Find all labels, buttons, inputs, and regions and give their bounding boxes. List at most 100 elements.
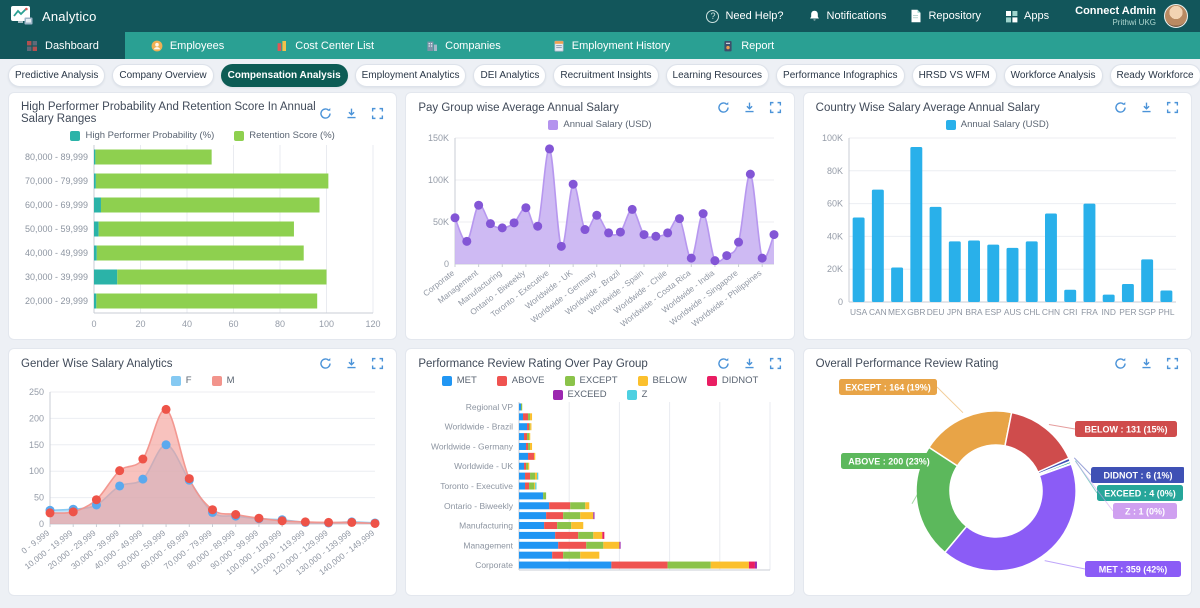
repository-button[interactable]: Repository xyxy=(910,9,981,23)
svg-text:PER: PER xyxy=(1119,307,1136,317)
overall-review-rating-donut: EXCEPT : 164 (19%)BELOW : 131 (15%)DIDNO… xyxy=(804,373,1191,595)
svg-text:Worldwide - UK: Worldwide - UK xyxy=(455,461,514,471)
refresh-icon[interactable] xyxy=(717,357,730,370)
companies-icon xyxy=(426,40,438,52)
pill-predictive-analysis[interactable]: Predictive Analysis xyxy=(8,64,105,87)
dashboard-icon xyxy=(26,40,38,52)
svg-text:CHL: CHL xyxy=(1023,307,1040,317)
svg-text:SGP: SGP xyxy=(1138,307,1156,317)
tab-cost-center-list[interactable]: Cost Center List xyxy=(250,32,400,59)
download-icon[interactable] xyxy=(345,357,358,370)
app-logo-icon xyxy=(10,5,34,27)
expand-icon[interactable] xyxy=(1166,101,1179,114)
pill-performance-infographics[interactable]: Performance Infographics xyxy=(776,64,905,87)
refresh-icon[interactable] xyxy=(319,357,332,370)
refresh-icon[interactable] xyxy=(319,107,332,120)
legend-item[interactable]: M xyxy=(212,375,235,386)
svg-text:CRI: CRI xyxy=(1063,307,1077,317)
legend-item[interactable]: MET xyxy=(442,375,477,386)
svg-text:80,000 - 89,999: 80,000 - 89,999 xyxy=(25,152,88,162)
pill-hrsd-vs-wfm[interactable]: HRSD VS WFM xyxy=(912,64,997,87)
legend-item[interactable]: Annual Salary (USD) xyxy=(946,119,1049,130)
legend-item[interactable]: F xyxy=(171,375,192,386)
tab-companies[interactable]: Companies xyxy=(400,32,527,59)
tab-employees[interactable]: Employees xyxy=(125,32,250,59)
pill-company-overview[interactable]: Company Overview xyxy=(112,64,213,87)
expand-icon[interactable] xyxy=(769,357,782,370)
panel-review-rating-paygroup: Performance Review Rating Over Pay Group… xyxy=(405,348,794,596)
pill-learning-resources[interactable]: Learning Resources xyxy=(666,64,770,87)
svg-text:70,000 - 79,999: 70,000 - 79,999 xyxy=(25,176,88,186)
svg-text:150: 150 xyxy=(29,440,44,450)
app-logo[interactable]: Analytico xyxy=(10,5,97,27)
legend-item[interactable]: Retention Score (%) xyxy=(234,130,335,141)
download-icon[interactable] xyxy=(743,357,756,370)
legend-swatch xyxy=(70,131,80,141)
avatar[interactable] xyxy=(1164,4,1188,28)
user-menu[interactable]: Connect Admin Prithwi UKG xyxy=(1075,5,1156,27)
svg-text:40K: 40K xyxy=(827,231,843,241)
svg-text:60: 60 xyxy=(229,319,239,329)
employment-history-icon xyxy=(553,40,565,52)
expand-icon[interactable] xyxy=(371,107,384,120)
tab-employment-history[interactable]: Employment History xyxy=(527,32,696,59)
panel-title: High Performer Probability And Retention… xyxy=(21,101,319,125)
svg-text:60,000 - 69,999: 60,000 - 69,999 xyxy=(25,200,88,210)
pill-recruitment-insights[interactable]: Recruitment Insights xyxy=(553,64,658,87)
svg-text:Management: Management xyxy=(464,540,514,550)
pill-ready-workforce[interactable]: Ready Workforce xyxy=(1110,64,1200,87)
legend-swatch xyxy=(565,376,575,386)
legend-item[interactable]: BELOW xyxy=(638,375,687,386)
legend-item[interactable]: EXCEPT xyxy=(565,375,618,386)
legend-label: ABOVE xyxy=(512,375,545,386)
svg-text:100: 100 xyxy=(29,466,44,476)
legend-item[interactable]: DIDNOT xyxy=(707,375,758,386)
pill-workforce-analysis[interactable]: Workforce Analysis xyxy=(1004,64,1103,87)
refresh-icon[interactable] xyxy=(717,101,730,114)
expand-icon[interactable] xyxy=(1166,357,1179,370)
legend-label: High Performer Probability (%) xyxy=(85,130,214,141)
refresh-icon[interactable] xyxy=(1114,357,1127,370)
download-icon[interactable] xyxy=(1140,357,1153,370)
expand-icon[interactable] xyxy=(371,357,384,370)
svg-text:40,000 - 49,999: 40,000 - 49,999 xyxy=(25,248,88,258)
panel-title: Gender Wise Salary Analytics xyxy=(21,358,172,370)
download-icon[interactable] xyxy=(1140,101,1153,114)
download-icon[interactable] xyxy=(743,101,756,114)
pill-dei-analytics[interactable]: DEI Analytics xyxy=(473,64,546,87)
notifications-button[interactable]: Notifications xyxy=(808,9,887,23)
bell-icon xyxy=(808,9,821,23)
apps-button[interactable]: Apps xyxy=(1005,10,1049,23)
tab-dashboard[interactable]: Dashboard xyxy=(0,32,125,59)
svg-text:Z : 1 (0%): Z : 1 (0%) xyxy=(1125,507,1165,517)
download-icon[interactable] xyxy=(345,107,358,120)
employees-icon xyxy=(151,40,163,52)
legend-swatch xyxy=(548,120,558,130)
refresh-icon[interactable] xyxy=(1114,101,1127,114)
repository-label: Repository xyxy=(928,10,981,22)
legend-item[interactable]: High Performer Probability (%) xyxy=(70,130,214,141)
tab-report[interactable]: Report xyxy=(696,32,800,59)
help-button[interactable]: ? Need Help? xyxy=(706,10,783,23)
legend-label: MET xyxy=(457,375,477,386)
legend-swatch xyxy=(171,376,181,386)
panel-performer-retention: High Performer Probability And Retention… xyxy=(8,92,397,340)
dashboard-filter-bar: Predictive Analysis Company Overview Com… xyxy=(0,59,1200,90)
legend-label: EXCEED xyxy=(568,389,607,400)
user-org: Prithwi UKG xyxy=(1075,18,1156,27)
pill-employment-analytics[interactable]: Employment Analytics xyxy=(355,64,467,87)
legend-item[interactable]: EXCEED xyxy=(553,389,607,400)
expand-icon[interactable] xyxy=(769,101,782,114)
legend-item[interactable]: Z xyxy=(627,389,648,400)
legend-item[interactable]: ABOVE xyxy=(497,375,545,386)
chart-legend: MET ABOVE EXCEPT BELOW DIDNOT EXCEED Z xyxy=(435,375,765,400)
legend-label: M xyxy=(227,375,235,386)
legend-label: Annual Salary (USD) xyxy=(961,119,1049,130)
legend-swatch xyxy=(707,376,717,386)
svg-text:Ontario - Biweekly: Ontario - Biweekly xyxy=(445,501,515,511)
svg-text:50: 50 xyxy=(34,493,44,503)
pill-compensation-analysis[interactable]: Compensation Analysis xyxy=(221,64,348,87)
svg-text:120: 120 xyxy=(366,319,381,329)
legend-item[interactable]: Annual Salary (USD) xyxy=(548,119,651,130)
main-nav: Dashboard Employees Cost Center List Com… xyxy=(0,32,1200,59)
